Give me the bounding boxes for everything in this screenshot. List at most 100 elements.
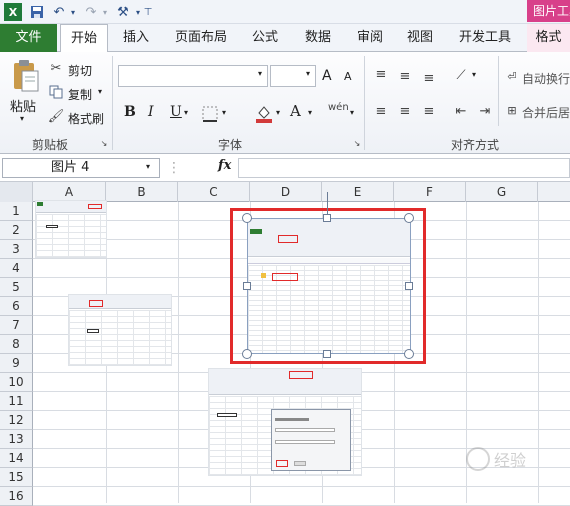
copy-dropdown-icon[interactable]: ▾	[98, 87, 102, 96]
font-color-dropdown-icon[interactable]: ▾	[308, 108, 312, 117]
underline-button[interactable]: U	[170, 104, 182, 120]
tab-insert[interactable]: 插入	[114, 24, 158, 52]
orientation-icon[interactable]: ⟋	[450, 66, 472, 84]
resize-handle-bottom-right[interactable]	[404, 349, 414, 359]
tab-format[interactable]: 格式	[527, 24, 570, 52]
select-all-corner[interactable]	[0, 182, 33, 202]
merge-center-button[interactable]: 合并后居	[522, 104, 570, 121]
undo-dropdown-icon[interactable]: ▾	[68, 3, 78, 21]
merge-center-icon[interactable]: ⊞	[504, 102, 520, 118]
align-top-icon[interactable]: ≡	[372, 66, 390, 82]
format-painter-icon[interactable]: 🖌	[48, 108, 65, 124]
row-header[interactable]: 7	[0, 316, 33, 335]
column-header[interactable]: D	[250, 182, 322, 202]
picture-thumbnail-2[interactable]	[68, 294, 172, 366]
picture-thumbnail-1[interactable]	[35, 200, 107, 258]
format-painter-button[interactable]: 格式刷	[68, 110, 104, 127]
font-color-button[interactable]: A	[290, 102, 301, 120]
resize-handle-top[interactable]	[323, 214, 331, 222]
resize-handle-bottom[interactable]	[323, 350, 331, 358]
row-header[interactable]: 11	[0, 392, 33, 411]
resize-handle-left[interactable]	[243, 282, 251, 290]
tab-developer[interactable]: 开发工具	[452, 24, 518, 52]
align-bottom-icon[interactable]: ≡	[420, 70, 438, 86]
increase-indent-icon[interactable]: ⇥	[476, 102, 494, 120]
resize-handle-right[interactable]	[405, 282, 413, 290]
underline-dropdown-icon[interactable]: ▾	[184, 108, 188, 117]
column-header[interactable]: C	[178, 182, 250, 202]
font-name-combo[interactable]	[118, 65, 268, 87]
resize-handle-top-left[interactable]	[242, 213, 252, 223]
align-left-icon[interactable]: ≡	[372, 102, 390, 120]
row-header[interactable]: 16	[0, 487, 33, 506]
redo-dropdown-icon[interactable]: ▾	[100, 3, 110, 21]
border-dropdown-icon[interactable]: ▾	[222, 108, 226, 117]
resize-handle-top-right[interactable]	[404, 213, 414, 223]
shrink-font-button[interactable]: A	[344, 70, 352, 83]
grow-font-button[interactable]: A	[322, 68, 332, 84]
resize-handle-bottom-left[interactable]	[242, 349, 252, 359]
redo-icon[interactable]: ↷	[82, 3, 100, 21]
tab-view[interactable]: 视图	[400, 24, 440, 52]
name-box[interactable]: 图片 4	[2, 158, 160, 178]
fill-color-icon[interactable]	[254, 102, 274, 124]
font-name-dropdown-icon[interactable]: ▾	[258, 69, 262, 78]
decrease-indent-icon[interactable]: ⇤	[452, 102, 470, 120]
row-header[interactable]: 13	[0, 430, 33, 449]
cut-button[interactable]: 剪切	[68, 62, 92, 79]
phonetic-dropdown-icon[interactable]: ▾	[350, 108, 354, 117]
copy-button[interactable]: 复制	[68, 86, 92, 103]
column-header[interactable]: F	[394, 182, 466, 202]
paste-dropdown-icon[interactable]: ▾	[20, 114, 24, 123]
bold-button[interactable]: B	[124, 104, 136, 120]
tab-data[interactable]: 数据	[296, 24, 340, 52]
italic-button[interactable]: I	[148, 104, 154, 120]
row-header[interactable]: 15	[0, 468, 33, 487]
fill-color-dropdown-icon[interactable]: ▾	[276, 108, 280, 117]
row-header[interactable]: 3	[0, 240, 33, 259]
column-header[interactable]: B	[106, 182, 178, 202]
tab-formulas[interactable]: 公式	[244, 24, 286, 52]
insert-function-button[interactable]: fx	[218, 158, 231, 173]
picture-thumbnail-3[interactable]	[208, 368, 362, 476]
border-icon[interactable]	[200, 104, 220, 124]
align-middle-icon[interactable]: ≡	[396, 68, 414, 84]
row-header[interactable]: 14	[0, 449, 33, 468]
tab-home[interactable]: 开始	[60, 24, 108, 53]
save-icon[interactable]	[28, 3, 46, 21]
row-header[interactable]: 12	[0, 411, 33, 430]
tab-page-layout[interactable]: 页面布局	[168, 24, 234, 52]
row-header[interactable]: 8	[0, 335, 33, 354]
column-header[interactable]: A	[33, 182, 106, 202]
tools-dropdown-icon[interactable]: ▾	[133, 3, 143, 21]
row-header[interactable]: 5	[0, 278, 33, 297]
scissors-icon[interactable]: ✂	[48, 60, 64, 76]
undo-icon[interactable]: ↶	[50, 3, 68, 21]
customize-qat-icon[interactable]: ⊤	[143, 3, 153, 21]
row-header[interactable]: 6	[0, 297, 33, 316]
wrap-text-icon[interactable]: ⏎	[504, 68, 520, 84]
formula-input[interactable]	[238, 158, 570, 178]
tools-icon[interactable]: ⚒	[113, 3, 133, 21]
tab-file[interactable]: 文件	[0, 24, 57, 52]
phonetic-button[interactable]: wén	[328, 102, 349, 113]
align-right-icon[interactable]: ≡	[420, 102, 438, 120]
copy-icon[interactable]	[48, 84, 64, 100]
column-header[interactable]: G	[466, 182, 538, 202]
font-launcher-icon[interactable]: ↘	[352, 138, 362, 148]
row-header[interactable]: 2	[0, 221, 33, 240]
font-size-dropdown-icon[interactable]: ▾	[306, 69, 310, 78]
row-header[interactable]: 10	[0, 373, 33, 392]
clipboard-launcher-icon[interactable]: ↘	[99, 138, 109, 148]
tab-review[interactable]: 审阅	[350, 24, 390, 52]
paste-icon[interactable]	[8, 58, 42, 94]
row-header[interactable]: 4	[0, 259, 33, 278]
orientation-dropdown-icon[interactable]: ▾	[472, 70, 476, 79]
paste-button[interactable]: 粘贴	[10, 96, 36, 115]
row-header[interactable]: 1	[0, 202, 33, 221]
formula-bar-splitter-icon[interactable]: ⋮	[164, 160, 184, 176]
wrap-text-button[interactable]: 自动换行	[522, 70, 570, 87]
name-box-dropdown-icon[interactable]: ▾	[146, 162, 150, 171]
align-center-icon[interactable]: ≡	[396, 102, 414, 120]
column-header[interactable]: E	[322, 182, 394, 202]
